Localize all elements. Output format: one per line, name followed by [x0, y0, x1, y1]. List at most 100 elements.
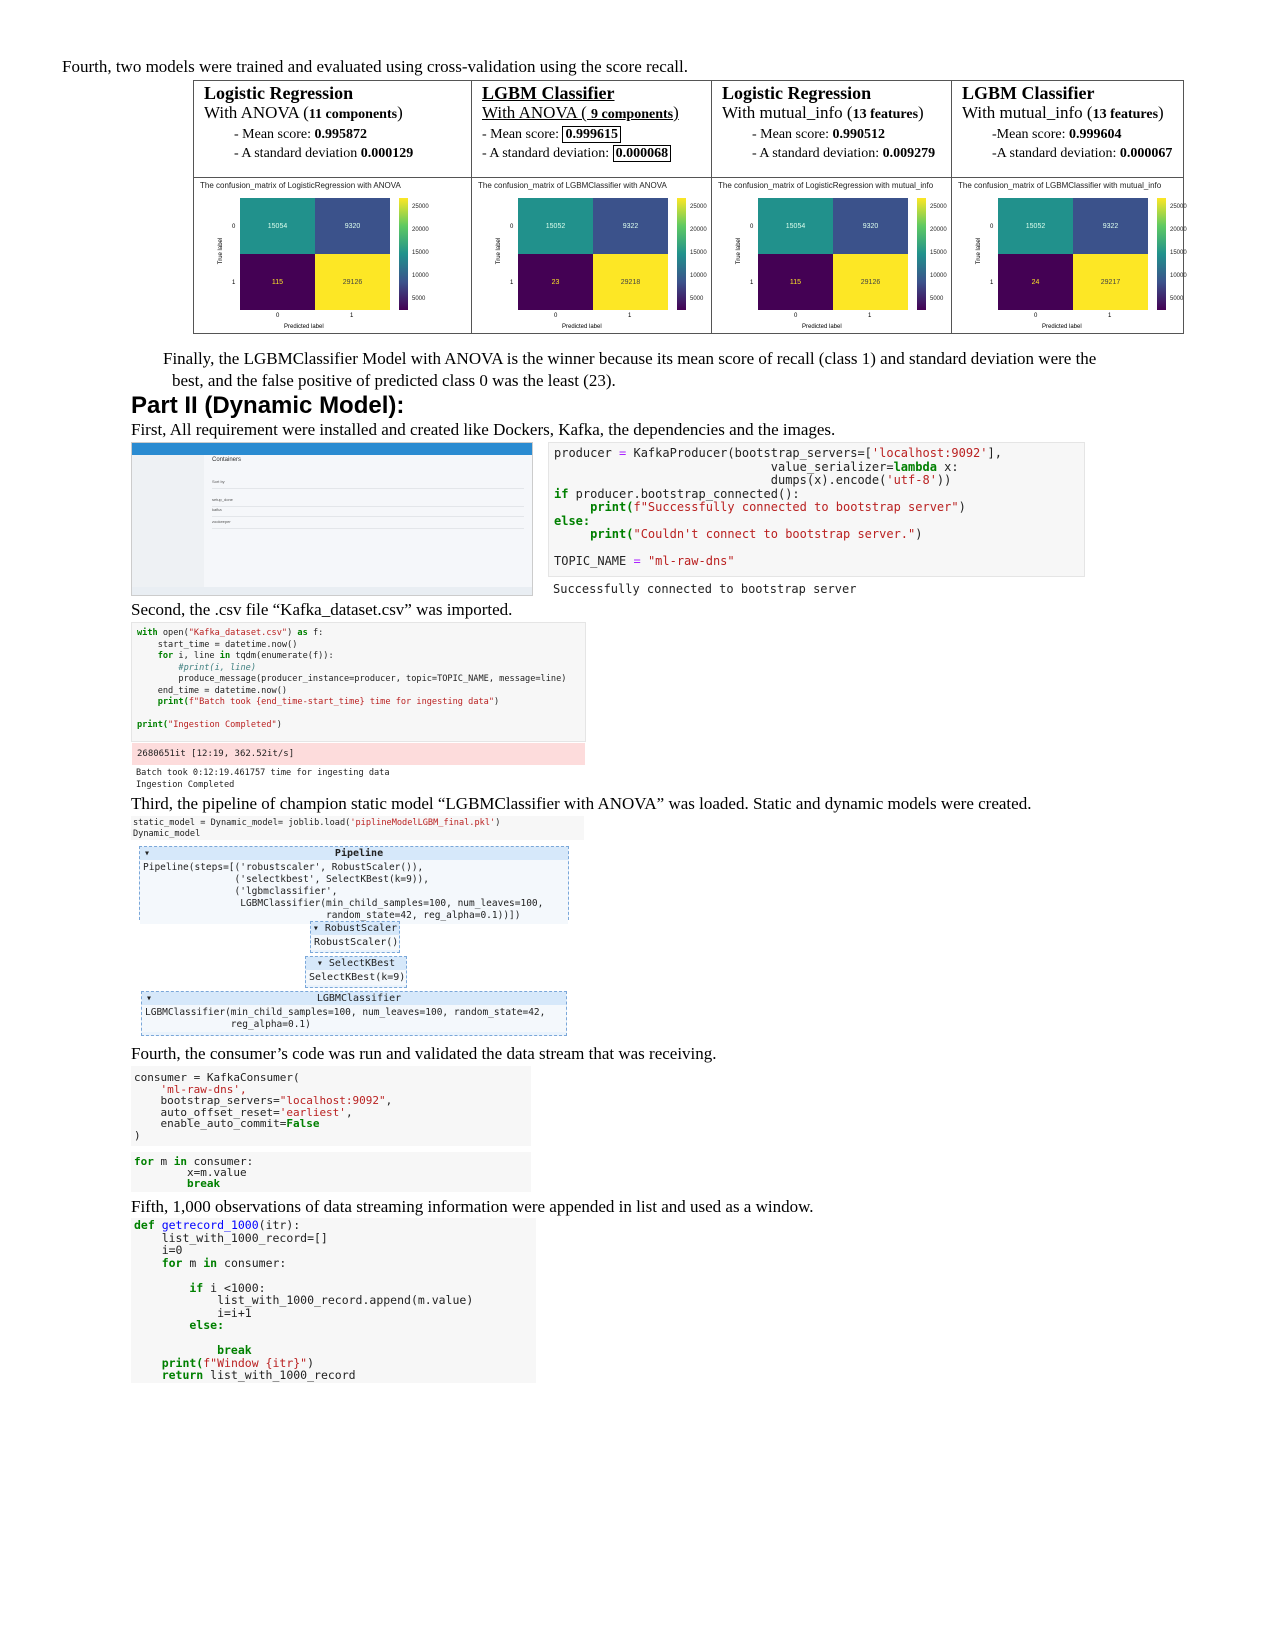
ingest-output: Batch took 0:12:19.461757 time for inges… — [136, 768, 390, 790]
pipeline-diagram[interactable]: ▾ Pipeline Pipeline(steps=[('robustscaler… — [139, 846, 569, 924]
ingest-code-cell: with open("Kafka_dataset.csv") as f: sta… — [131, 622, 586, 765]
chevron-down-icon[interactable]: ▾ — [142, 993, 152, 1004]
y-tick-label: 0 — [510, 224, 514, 230]
x-tick-label: 1 — [350, 313, 354, 319]
confusion-matrix-grid: 15052 9322 24 29217 — [998, 198, 1148, 310]
y-tick-label: 1 — [750, 280, 754, 286]
x-tick-label: 1 — [868, 313, 872, 319]
part2-heading: Part II (Dynamic Model): — [131, 392, 405, 419]
lgbmclassifier-header[interactable]: ▾ LGBMClassifier — [142, 992, 566, 1005]
confusion-matrix-cell-tn: 15052 — [518, 198, 593, 254]
confusion-matrix-cell-tp: 29126 — [315, 254, 390, 310]
model-cell-lgbm-mutual: LGBM Classifier With mutual_info (13 fea… — [951, 80, 1184, 178]
robustscaler-node[interactable]: ▾ RobustScaler RobustScaler() — [310, 921, 400, 953]
confusion-matrix-cell-tp: 29218 — [593, 254, 668, 310]
confusion-matrix-cell-fn: 115 — [240, 254, 315, 310]
chevron-down-icon[interactable]: ▾ — [317, 958, 329, 969]
docker-desktop-screenshot: Containers Sort by setup_done kafka zook… — [131, 442, 533, 596]
confusion-matrix-cell-tn: 15054 — [758, 198, 833, 254]
y-tick-label: 1 — [510, 280, 514, 286]
confusion-matrix-cell-fp: 9320 — [833, 198, 908, 254]
model-title: LGBM Classifier — [962, 83, 1095, 103]
y-axis-label: True label — [976, 237, 983, 265]
y-tick-label: 1 — [990, 280, 994, 286]
colorbar — [917, 198, 926, 310]
y-tick-label: 1 — [232, 280, 236, 286]
y-tick-label: 0 — [232, 224, 236, 230]
robustscaler-header[interactable]: ▾ RobustScaler — [311, 922, 399, 935]
mean-score: - Mean score: 0.990512 — [752, 127, 885, 142]
ingest-progress-bar: 2680651it [12:19, 362.52it/s] — [132, 743, 585, 765]
step4-text: Fourth, the consumer’s code was run and … — [131, 1044, 717, 1063]
docker-row: kafka — [212, 507, 524, 517]
model-subtitle: With mutual_info (13 features) — [962, 103, 1164, 122]
selectkbest-node[interactable]: ▾ SelectKBest SelectKBest(k=9) — [305, 956, 407, 988]
colorbar-tick-label: 20000 — [412, 227, 429, 233]
colorbar-tick-label: 25000 — [1170, 204, 1187, 210]
confusion-matrix-grid: 15052 9322 23 29218 — [518, 198, 668, 310]
x-axis-label: Predicted label — [802, 324, 842, 330]
colorbar-tick-label: 25000 — [690, 204, 707, 210]
x-axis-label: Predicted label — [562, 324, 602, 330]
colorbar-tick-label: 25000 — [412, 204, 429, 210]
docker-row: zookeeper — [212, 519, 524, 529]
consumer-code-cell: consumer = KafkaConsumer( 'ml-raw-dns', … — [131, 1066, 531, 1146]
confusion-matrix-title: The confusion_matrix of LGBMClassifier w… — [958, 181, 1162, 190]
step5-text: Fifth, 1,000 observations of data stream… — [131, 1197, 814, 1216]
model-cell-lr-anova: Logistic Regression With ANOVA (11 compo… — [193, 80, 472, 178]
colorbar-tick-label: 5000 — [690, 296, 704, 302]
x-tick-label: 1 — [628, 313, 632, 319]
lgbmclassifier-node[interactable]: ▾ LGBMClassifier LGBMClassifier(min_child… — [141, 991, 567, 1036]
colorbar-tick-label: 10000 — [412, 273, 429, 279]
docker-row: Sort by — [212, 479, 524, 489]
confusion-matrix-cell-fp: 9322 — [1073, 198, 1148, 254]
confusion-matrix-lr-mutual: The confusion_matrix of LogisticRegressi… — [711, 177, 952, 334]
colorbar-tick-label: 20000 — [930, 227, 947, 233]
colorbar-tick-label: 5000 — [412, 296, 426, 302]
selectkbest-body: SelectKBest(k=9) — [306, 970, 406, 985]
model-title: Logistic Regression — [722, 83, 872, 103]
y-axis-label: True label — [496, 237, 503, 265]
pipeline-header[interactable]: ▾ Pipeline — [140, 847, 568, 860]
confusion-matrix-title: The confusion_matrix of LogisticRegressi… — [200, 181, 401, 190]
confusion-matrix-cell-tn: 15054 — [240, 198, 315, 254]
mean-score: -Mean score: 0.999604 — [992, 127, 1122, 142]
y-tick-label: 0 — [990, 224, 994, 230]
lgbmclassifier-body: LGBMClassifier(min_child_samples=100, nu… — [142, 1005, 566, 1032]
load-model-code-cell: static_model = Dynamic_model= joblib.loa… — [131, 816, 584, 840]
x-tick-label: 1 — [1108, 313, 1112, 319]
step1-text: First, All requirement were installed an… — [131, 420, 836, 439]
model-title: Logistic Regression — [204, 83, 354, 103]
colorbar-tick-label: 20000 — [690, 227, 707, 233]
confusion-matrix-cell-fn: 23 — [518, 254, 593, 310]
colorbar — [399, 198, 408, 310]
confusion-matrix-cell-tn: 15052 — [998, 198, 1073, 254]
mean-score: - Mean score: 0.999615 — [482, 125, 701, 144]
x-tick-label: 0 — [554, 313, 558, 319]
x-tick-label: 0 — [276, 313, 280, 319]
model-title: LGBM Classifier — [482, 83, 615, 103]
confusion-matrix-title: The confusion_matrix of LogisticRegressi… — [718, 181, 934, 190]
selectkbest-header[interactable]: ▾ SelectKBest — [306, 957, 406, 970]
std-dev: - A standard deviation: 0.009279 — [752, 146, 936, 161]
std-dev: - A standard deviation 0.000129 — [234, 146, 414, 161]
x-axis-label: Predicted label — [1042, 324, 1082, 330]
colorbar — [1157, 198, 1166, 310]
std-dev: -A standard deviation: 0.000067 — [992, 146, 1173, 161]
producer-code-cell: producer = KafkaProducer(bootstrap_serve… — [548, 442, 1085, 577]
step3-text: Third, the pipeline of champion static m… — [131, 794, 1032, 813]
chevron-down-icon[interactable]: ▾ — [140, 848, 150, 859]
colorbar-tick-label: 10000 — [1170, 273, 1187, 279]
model-subtitle: With mutual_info (13 features) — [722, 103, 924, 122]
pipeline-body: Pipeline(steps=[('robustscaler', RobustS… — [140, 860, 568, 924]
docker-sidebar — [132, 455, 204, 595]
chevron-down-icon[interactable]: ▾ — [313, 923, 325, 934]
colorbar — [677, 198, 686, 310]
x-tick-label: 0 — [1034, 313, 1038, 319]
colorbar-tick-label: 10000 — [930, 273, 947, 279]
std-dev: - A standard deviation: 0.000068 — [482, 144, 701, 163]
docker-containers-title: Containers — [212, 457, 242, 463]
colorbar-tick-label: 15000 — [930, 250, 947, 256]
model-cell-lgbm-anova: LGBM Classifier With ANOVA ( 9 component… — [471, 80, 712, 178]
y-axis-label: True label — [218, 237, 225, 265]
